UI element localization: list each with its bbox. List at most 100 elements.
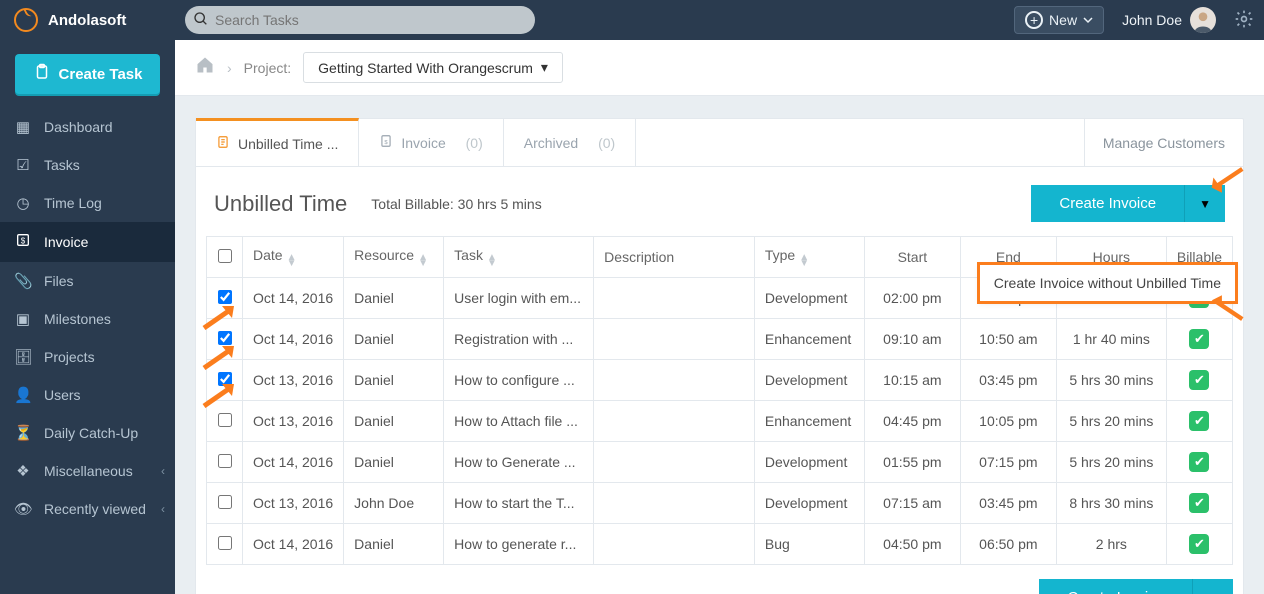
topbar-right: + New John Doe [1014, 6, 1254, 34]
cell-start: 01:55 pm [864, 442, 960, 483]
create-invoice-button-bottom[interactable]: Create Invoice [1039, 579, 1192, 594]
create-task-label: Create Task [59, 66, 143, 83]
gear-icon[interactable] [1234, 9, 1254, 32]
cell-end: 10:50 am [960, 319, 1056, 360]
col-hours: Hours [1093, 249, 1130, 265]
select-all-checkbox[interactable] [218, 249, 232, 263]
table-row: Oct 13, 2016John DoeHow to start the T..… [207, 483, 1233, 524]
tab-archived[interactable]: Archived (0) [504, 119, 636, 166]
cell-end: 06:50 pm [960, 524, 1056, 565]
cell-type: Development [754, 360, 864, 401]
clipboard-icon [33, 63, 51, 85]
sidebar-item-projects[interactable]: 🗄Projects [0, 338, 175, 376]
sidebar-item-label: Daily Catch-Up [44, 425, 138, 441]
billable-badge-icon: ✔ [1189, 370, 1209, 390]
brand-name: Andolasoft [48, 12, 126, 29]
create-invoice-dropdown-toggle[interactable]: ▼ [1184, 185, 1225, 222]
col-billable: Billable [1177, 249, 1222, 265]
table-row: Oct 14, 2016DanielHow to generate r...Bu… [207, 524, 1233, 565]
cell-start: 04:50 pm [864, 524, 960, 565]
brand: Andolasoft [0, 8, 175, 32]
row-checkbox[interactable] [218, 495, 232, 509]
sidebar-item-users[interactable]: 👤 Users [0, 376, 175, 414]
row-checkbox[interactable] [218, 454, 232, 468]
sort-icon: ▲▼ [799, 255, 809, 267]
cell-resource: Daniel [344, 278, 444, 319]
user-menu[interactable]: John Doe [1122, 7, 1216, 33]
sidebar-item-invoice[interactable]: $Invoice [0, 222, 175, 262]
tab-unbilled-time[interactable]: Unbilled Time ... [196, 118, 359, 166]
manage-customers-button[interactable]: Manage Customers [1084, 119, 1243, 166]
cell-resource: Daniel [344, 524, 444, 565]
project-selector[interactable]: Getting Started With Orangescrum ▾ [303, 52, 563, 83]
col-resource[interactable]: Resource [354, 247, 414, 263]
cell-date: Oct 14, 2016 [243, 278, 344, 319]
table-row: Oct 13, 2016DanielHow to Attach file ...… [207, 401, 1233, 442]
cell-hours: 8 hrs 30 mins [1056, 483, 1166, 524]
sidebar-item-dashboard[interactable]: ▦Dashboard [0, 108, 175, 146]
home-icon[interactable] [195, 55, 215, 81]
cell-resource: John Doe [344, 483, 444, 524]
invoice-tab-icon: $ [379, 134, 393, 151]
sidebar-item-recentlyviewed[interactable]: 👁Recently viewed‹ [0, 490, 175, 528]
invoice-card: Unbilled Time ... $ Invoice (0) Archived… [195, 118, 1244, 594]
cell-type: Development [754, 278, 864, 319]
cell-type: Enhancement [754, 319, 864, 360]
search-icon [193, 11, 209, 30]
cell-start: 09:10 am [864, 319, 960, 360]
sidebar-item-timelog[interactable]: ◷Time Log [0, 184, 175, 222]
svg-text:$: $ [385, 140, 389, 146]
cell-date: Oct 13, 2016 [243, 401, 344, 442]
row-checkbox[interactable] [218, 290, 232, 304]
row-checkbox[interactable] [218, 536, 232, 550]
sidebar-item-milestones[interactable]: ▣Milestones [0, 300, 175, 338]
new-button[interactable]: + New [1014, 6, 1104, 34]
cell-description [594, 524, 755, 565]
cell-start: 04:45 pm [864, 401, 960, 442]
tab-label: Unbilled Time ... [238, 136, 338, 152]
cell-type: Bug [754, 524, 864, 565]
users-icon: 👤 [14, 386, 32, 404]
row-checkbox[interactable] [218, 331, 232, 345]
new-label: New [1049, 12, 1077, 28]
table-row: Oct 14, 2016DanielHow to Generate ...Dev… [207, 442, 1233, 483]
manage-customers-label: Manage Customers [1103, 135, 1225, 151]
cell-task: How to Attach file ... [444, 401, 594, 442]
sidebar-item-tasks[interactable]: ☑Tasks [0, 146, 175, 184]
sidebar-item-label: Time Log [44, 195, 102, 211]
create-invoice-dropdown-item[interactable]: Create Invoice without Unbilled Time [979, 264, 1236, 302]
create-task-button[interactable]: Create Task [15, 54, 160, 94]
breadcrumb: › Project: Getting Started With Orangesc… [175, 40, 1264, 96]
sidebar-item-dailycatchup[interactable]: ⏳ Daily Catch-Up [0, 414, 175, 452]
col-date[interactable]: Date [253, 247, 283, 263]
dailycatchup-icon: ⏳ [14, 424, 32, 442]
cell-resource: Daniel [344, 319, 444, 360]
projects-icon: 🗄 [14, 348, 32, 366]
create-invoice-dropdown-toggle-bottom[interactable]: ▼ [1192, 579, 1233, 594]
cell-type: Development [754, 483, 864, 524]
row-checkbox[interactable] [218, 413, 232, 427]
tab-invoice[interactable]: $ Invoice (0) [359, 119, 503, 166]
total-billable: Total Billable: 30 hrs 5 mins [371, 196, 541, 212]
cell-end: 07:15 pm [960, 442, 1056, 483]
caret-down-icon: ▾ [541, 59, 548, 76]
row-checkbox[interactable] [218, 372, 232, 386]
breadcrumb-separator: › [227, 60, 232, 76]
create-invoice-button[interactable]: Create Invoice [1031, 185, 1184, 222]
col-task[interactable]: Task [454, 247, 483, 263]
sort-icon: ▲▼ [287, 255, 297, 267]
cell-task: How to configure ... [444, 360, 594, 401]
cell-description [594, 319, 755, 360]
search-wrap [185, 6, 535, 34]
sidebar-item-label: Users [44, 387, 81, 403]
user-name: John Doe [1122, 12, 1182, 28]
billable-badge-icon: ✔ [1189, 534, 1209, 554]
sidebar-item-files[interactable]: 📎Files [0, 262, 175, 300]
cell-type: Development [754, 442, 864, 483]
col-type[interactable]: Type [765, 247, 795, 263]
cell-resource: Daniel [344, 401, 444, 442]
unbilled-icon [216, 135, 230, 152]
breadcrumb-project-label: Project: [244, 60, 291, 76]
search-input[interactable] [185, 6, 535, 34]
sidebar-item-miscellaneous[interactable]: ❖Miscellaneous‹ [0, 452, 175, 490]
